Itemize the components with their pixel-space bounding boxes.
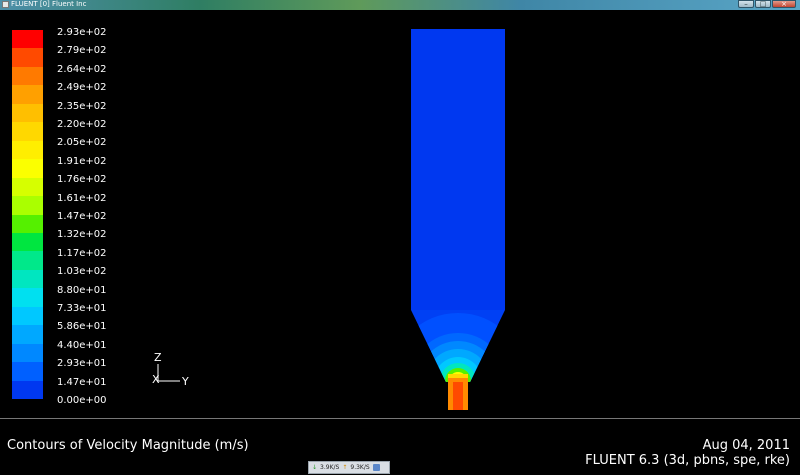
color-legend-swatch bbox=[12, 380, 43, 400]
color-legend-swatch bbox=[12, 325, 43, 345]
color-legend-swatch bbox=[12, 177, 43, 197]
color-legend-label: 1.47e+02 bbox=[57, 211, 107, 222]
window-controls: – □ × bbox=[738, 0, 796, 8]
window-title-bar[interactable]: FLUENT [0] Fluent Inc – □ × bbox=[0, 0, 800, 10]
color-legend-swatch bbox=[12, 306, 43, 326]
vessel-body bbox=[411, 29, 505, 310]
color-legend-swatch bbox=[12, 232, 43, 252]
color-legend-label: 2.05e+02 bbox=[57, 137, 107, 149]
download-speed: 3.9K/S bbox=[320, 464, 340, 471]
color-legend-swatch bbox=[12, 159, 43, 179]
color-legend-label: 1.17e+02 bbox=[57, 247, 107, 259]
minimize-button[interactable]: – bbox=[738, 0, 754, 8]
color-legend-label: 2.35e+02 bbox=[57, 100, 107, 112]
footer-divider bbox=[0, 418, 800, 419]
color-legend-label: 2.79e+02 bbox=[57, 45, 107, 57]
color-legend-labels: 2.93e+02 2.79e+02 2.64e+02 2.49e+02 2.35e+02… bbox=[57, 27, 127, 410]
color-legend-label: 1.32e+02 bbox=[57, 229, 107, 241]
color-legend-bar bbox=[12, 30, 43, 400]
color-legend-swatch bbox=[12, 362, 43, 382]
color-legend-swatch bbox=[12, 122, 43, 142]
fluent-app-icon bbox=[2, 1, 9, 8]
plot-title: Contours of Velocity Magnitude (m/s) bbox=[7, 438, 249, 453]
color-legend-label: 0.00e+00 bbox=[57, 395, 107, 406]
maximize-button[interactable]: □ bbox=[755, 0, 771, 8]
upload-speed: 9.3K/S bbox=[350, 464, 370, 471]
color-legend-label: 4.40e+01 bbox=[57, 339, 107, 351]
axes-triad: Z X Y bbox=[150, 352, 200, 392]
contour-plot-geometry bbox=[411, 29, 505, 410]
color-legend-swatch bbox=[12, 85, 43, 105]
download-arrow-icon: ↓ bbox=[312, 464, 318, 471]
color-legend-label: 5.86e+01 bbox=[57, 321, 107, 333]
color-legend-swatch bbox=[12, 288, 43, 308]
plot-date: Aug 04, 2011 bbox=[702, 438, 790, 453]
color-legend-label: 1.91e+02 bbox=[57, 155, 107, 167]
close-button[interactable]: × bbox=[772, 0, 796, 8]
axis-label-y: Y bbox=[182, 375, 189, 388]
color-legend-label: 2.49e+02 bbox=[57, 82, 107, 94]
color-legend-label: 2.93e+02 bbox=[57, 27, 107, 38]
color-legend-label: 1.47e+01 bbox=[57, 376, 107, 388]
solver-version: FLUENT 6.3 (3d, pbns, spe, rke) bbox=[585, 453, 790, 468]
color-legend-swatch bbox=[12, 343, 43, 363]
color-legend-label: 1.03e+02 bbox=[57, 266, 107, 278]
color-legend-swatch bbox=[12, 66, 43, 86]
network-speed-widget[interactable]: ↓ 3.9K/S ↑ 9.3K/S bbox=[308, 461, 390, 474]
color-legend-swatch bbox=[12, 48, 43, 68]
color-legend-label: 1.61e+02 bbox=[57, 192, 107, 204]
contour-plot[interactable] bbox=[400, 26, 516, 414]
color-legend-swatch bbox=[12, 269, 43, 289]
color-legend-swatch bbox=[12, 30, 43, 49]
color-legend-swatch bbox=[12, 196, 43, 215]
color-legend-swatch bbox=[12, 214, 43, 234]
color-legend-label: 2.64e+02 bbox=[57, 63, 107, 75]
color-legend-label: 2.93e+01 bbox=[57, 358, 107, 370]
color-legend-swatch bbox=[12, 251, 43, 271]
upload-arrow-icon: ↑ bbox=[342, 464, 348, 471]
color-legend-label: 8.80e+01 bbox=[57, 284, 107, 296]
color-legend-label: 2.20e+02 bbox=[57, 119, 107, 130]
network-icon bbox=[372, 464, 380, 471]
color-legend-label: 1.76e+02 bbox=[57, 174, 107, 186]
axis-label-z: Z bbox=[154, 351, 162, 364]
axis-label-x: X bbox=[152, 373, 160, 386]
plot-info: Aug 04, 2011 FLUENT 6.3 (3d, pbns, spe, … bbox=[585, 438, 790, 468]
color-legend-swatch bbox=[12, 140, 43, 160]
color-legend-label: 7.33e+01 bbox=[57, 303, 107, 314]
window-title: FLUENT [0] Fluent Inc bbox=[11, 0, 87, 8]
color-legend-swatch bbox=[12, 103, 43, 123]
